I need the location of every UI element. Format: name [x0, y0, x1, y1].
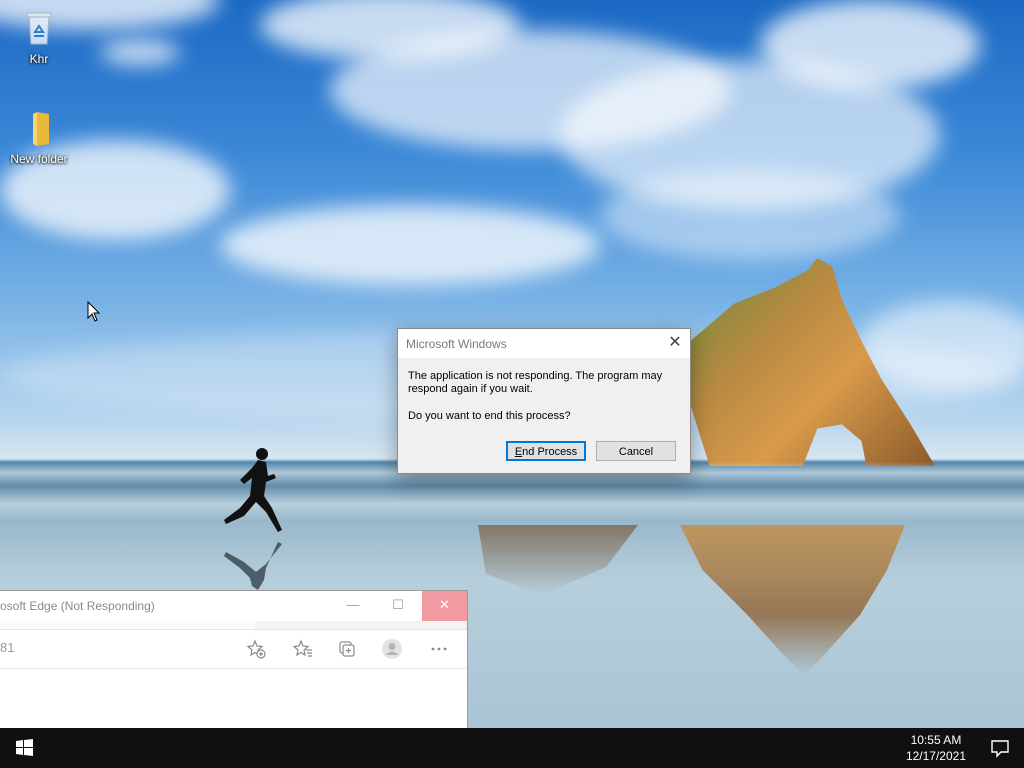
dialog-question: Do you want to end this process? [408, 410, 571, 422]
maximize-icon[interactable]: ☐ [376, 591, 420, 621]
dialog-titlebar[interactable]: Microsoft Windows ✕ [398, 329, 690, 358]
collections-icon[interactable] [336, 638, 358, 660]
desktop-icon-label: New folder [10, 152, 68, 166]
tab-strip [0, 621, 467, 630]
tab-active[interactable] [0, 621, 255, 629]
edge-toolbar: 81 [0, 630, 467, 669]
profile-icon[interactable] [381, 638, 403, 660]
folder-icon [19, 108, 59, 148]
runner-reflection [224, 542, 282, 590]
taskbar: 10:55 AM 12/17/2021 [0, 728, 1024, 768]
edge-titlebar[interactable]: osoft Edge (Not Responding) — ☐ ✕ [0, 591, 467, 621]
recycle-bin-icon [19, 8, 59, 48]
end-process-button[interactable]: End Process [506, 441, 586, 461]
clock-date: 12/17/2021 [905, 749, 966, 763]
more-icon[interactable] [428, 638, 450, 660]
desktop-icon-recycle-bin[interactable]: Khr [4, 8, 74, 66]
reflection [478, 525, 638, 595]
mouse-cursor-icon [87, 301, 101, 322]
rock-reflection [680, 525, 905, 675]
address-bar[interactable]: 81 [0, 640, 14, 655]
minimize-icon[interactable]: — [331, 591, 375, 621]
runner-silhouette [224, 448, 282, 532]
desktop-icon-new-folder[interactable]: New folder [4, 108, 74, 166]
windows-start-icon[interactable] [0, 728, 48, 768]
favorites-icon[interactable] [292, 638, 314, 660]
notification-center-icon[interactable] [988, 736, 1012, 760]
cancel-button[interactable]: Cancel [596, 441, 676, 461]
system-clock[interactable]: 10:55 AM 12/17/2021 [906, 732, 966, 764]
dialog-title: Microsoft Windows [406, 337, 507, 351]
close-icon[interactable]: ✕ [422, 591, 467, 621]
add-favorite-icon[interactable] [245, 638, 267, 660]
clock-time: 10:55 AM [910, 733, 962, 747]
not-responding-dialog: Microsoft Windows ✕ The application is n… [397, 328, 691, 474]
desktop-icon-label: Khr [29, 52, 49, 66]
edge-window: osoft Edge (Not Responding) — ☐ ✕ 81 [0, 590, 468, 729]
page-content-area[interactable] [0, 669, 467, 729]
dialog-message: The application is not responding. The p… [408, 370, 663, 395]
window-title: osoft Edge (Not Responding) [0, 599, 155, 613]
close-icon[interactable]: ✕ [660, 329, 690, 358]
